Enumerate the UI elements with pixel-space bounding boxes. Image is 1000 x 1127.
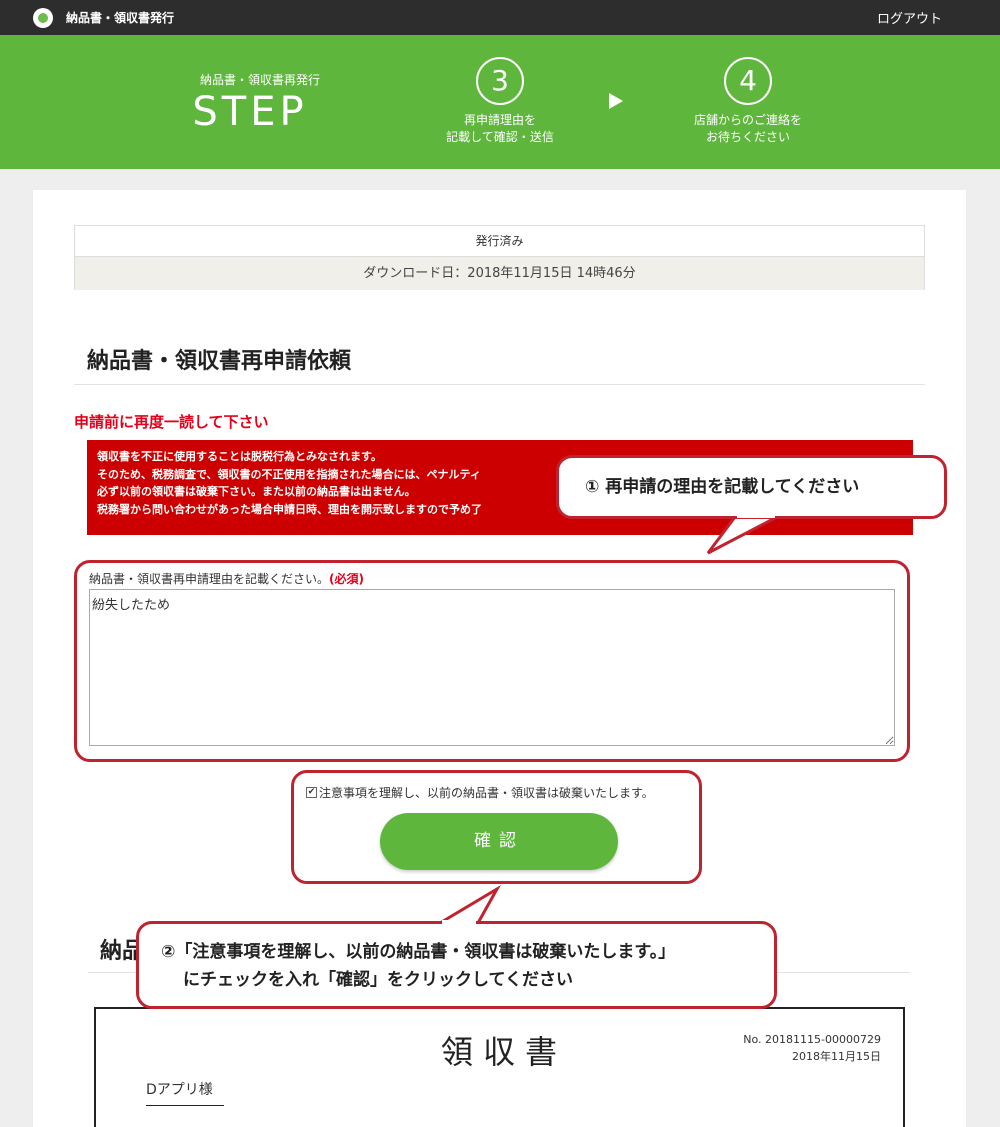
- warning-heading: 申請前に再度一読して下さい: [74, 413, 269, 431]
- app-logo-icon: [33, 8, 53, 28]
- step-4-line1: 店舗からのご連絡を: [693, 113, 802, 127]
- step-3-label: 再申請理由を 記載して確認・送信: [410, 112, 590, 146]
- status-label: 発行済み: [75, 226, 924, 257]
- app-title: 納品書・領収書発行: [66, 11, 175, 25]
- step-subtitle: 納品書・領収書再発行: [199, 73, 320, 87]
- callout-2: ②「注意事項を理解し、以前の納品書・領収書は破棄いたします。」 にチェックを入れ…: [136, 921, 777, 1009]
- receipt-addressee: Dアプリ様: [146, 1079, 224, 1106]
- step-title: STEP: [192, 89, 308, 135]
- receipt-preview: 領収書 No. 20181115-00000729 2018年11月15日 Dア…: [94, 1007, 905, 1127]
- title-divider: [74, 384, 925, 385]
- issue-status-box: 発行済み ダウンロード日：2018年11月15日 14時46分: [74, 225, 925, 290]
- top-bar: 納品書・領収書発行 ログアウト: [0, 0, 1000, 35]
- receipt-date: 2018年11月15日: [792, 1050, 881, 1063]
- step-header: 納品書・領収書再発行 STEP 3 再申請理由を 記載して確認・送信 4 店舗か…: [0, 35, 1000, 169]
- callout-1: ① 再申請の理由を記載してください: [556, 455, 947, 519]
- receipt-title: 領収書: [441, 1033, 568, 1071]
- callout-2-line2: にチェックを入れ「確認」をクリックしてください: [183, 970, 573, 990]
- reason-highlight-outline: [74, 560, 910, 762]
- step-3-line2: 記載して確認・送信: [446, 130, 554, 144]
- receipt-meta: No. 20181115-00000729 2018年11月15日: [743, 1031, 881, 1065]
- receipt-number: No. 20181115-00000729: [743, 1033, 881, 1046]
- step-4-number: 4: [724, 57, 772, 105]
- logout-link[interactable]: ログアウト: [877, 8, 942, 27]
- download-date: ダウンロード日：2018年11月15日 14時46分: [75, 257, 924, 290]
- confirm-highlight-outline: [291, 770, 702, 884]
- step-arrow-icon: [609, 93, 623, 109]
- step-4-label: 店舗からのご連絡を お待ちください: [658, 112, 838, 146]
- step-3-number: 3: [476, 57, 524, 105]
- step-3-line1: 再申請理由を: [463, 113, 536, 127]
- callout-2-line1: ②「注意事項を理解し、以前の納品書・領収書は破棄いたします。」: [161, 942, 676, 962]
- step-4-line2: お待ちください: [705, 130, 790, 144]
- page-title: 納品書・領収書再申請依頼: [87, 349, 352, 374]
